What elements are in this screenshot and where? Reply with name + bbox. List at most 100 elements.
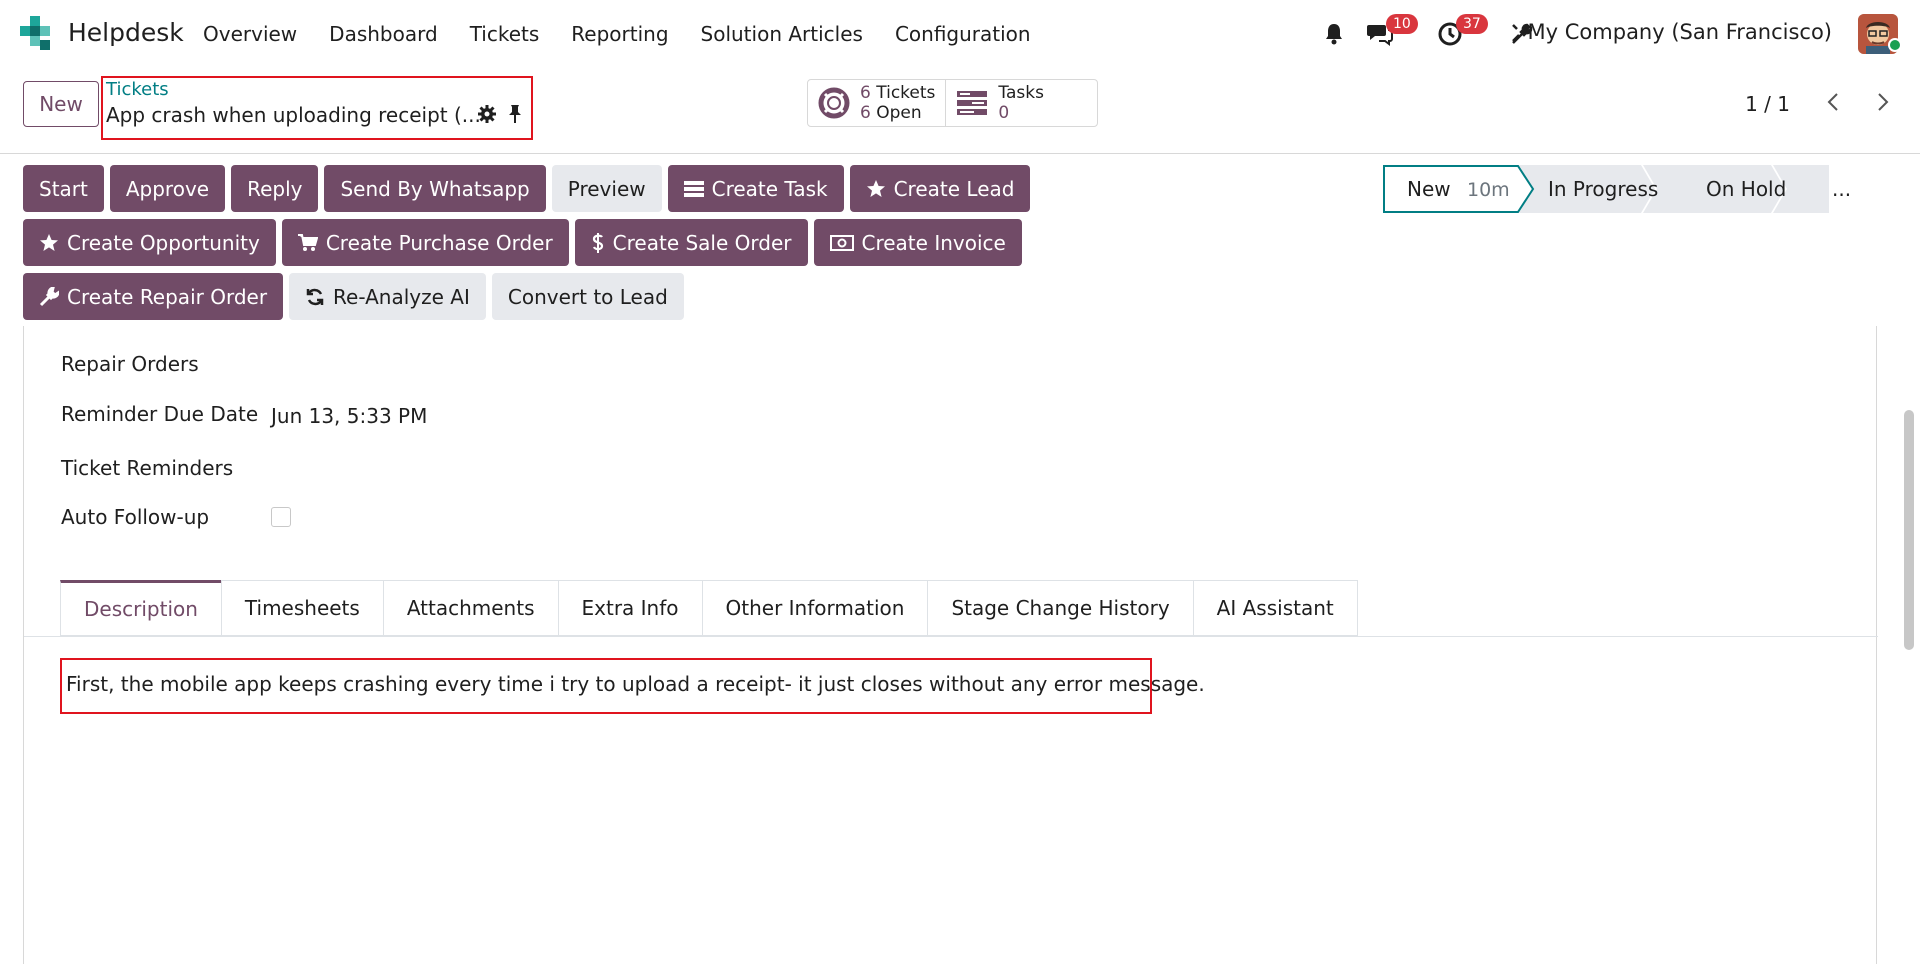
reminder-due-date-field[interactable]: Jun 13, 5:33 PM <box>271 404 427 428</box>
pager-previous-icon[interactable] <box>1822 90 1846 114</box>
top-navbar: Helpdesk Overview Dashboard Tickets Reporti… <box>0 0 1920 68</box>
open-label: Open <box>876 103 922 123</box>
action-buttons-row-2: Create Opportunity Create Purchase Order C… <box>23 219 1022 266</box>
send-by-whatsapp-button[interactable]: Send By Whatsapp <box>324 165 546 212</box>
control-panel: New Tickets App crash when uploading rec… <box>0 68 1920 154</box>
tasks-smart-button[interactable]: Tasks 0 <box>945 80 1097 126</box>
nav-item-configuration[interactable]: Configuration <box>895 22 1031 46</box>
new-button[interactable]: New <box>23 81 99 127</box>
stage-in-progress-button[interactable]: In Progress <box>1548 177 1658 201</box>
notebook-tabs: Description Timesheets Attachments Extra In… <box>60 580 1358 636</box>
tickets-label: Tickets <box>876 83 936 103</box>
button-label: Approve <box>125 176 210 201</box>
create-sale-order-button[interactable]: Create Sale Order <box>574 219 808 266</box>
action-buttons-row-1: Start Approve Reply Send By Whatsapp Preview… <box>23 165 1031 212</box>
form-sheet: Repair Orders Reminder Due Date Jun 13, … <box>23 326 1878 964</box>
smart-buttons: 6 Tickets 6 Open Tasks 0 <box>807 79 1099 127</box>
activities-badge: 37 <box>1456 14 1488 34</box>
create-lead-button[interactable]: Create Lead <box>849 165 1031 212</box>
nav-item-solution-articles[interactable]: Solution Articles <box>701 22 863 46</box>
button-label: Start <box>39 176 88 201</box>
stage-more-button[interactable]: ... <box>1832 177 1851 201</box>
create-opportunity-button[interactable]: Create Opportunity <box>23 219 276 266</box>
auto-followup-label: Auto Follow-up <box>61 505 210 529</box>
pin-icon[interactable] <box>507 104 523 124</box>
button-label: Create Repair Order <box>67 284 268 309</box>
online-status-dot <box>1888 38 1902 52</box>
app-name[interactable]: Helpdesk <box>68 18 184 47</box>
nav-item-dashboard[interactable]: Dashboard <box>329 22 438 46</box>
tickets-smart-button[interactable]: 6 Tickets 6 Open <box>808 80 945 126</box>
tasks-count: 0 <box>998 103 1010 123</box>
stage-on-hold-button[interactable]: On Hold <box>1706 177 1786 201</box>
tasks-icon <box>957 91 988 115</box>
breadcrumb-parent-link[interactable]: Tickets <box>106 79 169 100</box>
ticket-reminders-label: Ticket Reminders <box>61 456 234 480</box>
convert-to-lead-button[interactable]: Convert to Lead <box>491 273 684 320</box>
open-count: 6 <box>860 103 871 123</box>
button-label: Convert to Lead <box>507 284 668 309</box>
gear-icon[interactable] <box>477 104 497 124</box>
star-icon <box>866 179 886 199</box>
dollar-icon <box>591 232 605 254</box>
create-task-button[interactable]: Create Task <box>667 165 844 212</box>
create-purchase-order-button[interactable]: Create Purchase Order <box>281 219 569 266</box>
activities-clock-icon[interactable]: 37 <box>1436 14 1488 48</box>
helpdesk-logo-icon[interactable] <box>20 16 56 52</box>
auto-followup-checkbox[interactable] <box>271 507 291 527</box>
cart-icon <box>297 233 318 252</box>
money-icon <box>829 234 854 251</box>
button-label: Create Opportunity <box>67 230 260 255</box>
tab-ai-assistant[interactable]: AI Assistant <box>1192 580 1358 636</box>
nav-item-overview[interactable]: Overview <box>203 22 297 46</box>
messages-badge: 10 <box>1386 14 1418 34</box>
wrench-icon <box>39 286 59 307</box>
nav-item-reporting[interactable]: Reporting <box>571 22 668 46</box>
action-buttons-row-3: Create Repair Order Re-Analyze AI Convert … <box>23 273 684 320</box>
tab-timesheets[interactable]: Timesheets <box>220 580 384 636</box>
preview-button[interactable]: Preview <box>551 165 662 212</box>
description-field[interactable]: First, the mobile app keeps crashing eve… <box>60 658 1205 714</box>
pager-value[interactable]: 1 / 1 <box>1745 92 1790 116</box>
button-label: Create Task <box>711 176 828 201</box>
tab-stage-change-history[interactable]: Stage Change History <box>927 580 1194 636</box>
button-label: Create Lead <box>893 176 1015 201</box>
lifebuoy-icon <box>818 87 850 119</box>
start-button[interactable]: Start <box>23 165 104 212</box>
reply-button[interactable]: Reply <box>231 165 319 212</box>
tickets-count: 6 <box>860 83 871 103</box>
tasks-label: Tasks <box>998 83 1044 103</box>
tab-description[interactable]: Description <box>60 580 222 636</box>
button-label: Create Purchase Order <box>325 230 553 255</box>
create-invoice-button[interactable]: Create Invoice <box>813 219 1022 266</box>
record-title: App crash when uploading receipt (... <box>106 103 481 127</box>
button-label: Preview <box>567 176 646 201</box>
breadcrumb: Tickets App crash when uploading receipt… <box>101 76 533 140</box>
company-switcher[interactable]: My Company (San Francisco) <box>1528 20 1832 44</box>
button-label: Send By Whatsapp <box>340 176 530 201</box>
nav-item-tickets[interactable]: Tickets <box>470 22 540 46</box>
button-label: Reply <box>247 176 303 201</box>
tabs-divider <box>24 636 1878 637</box>
star-icon <box>39 233 59 253</box>
stage-duration: 10m <box>1466 179 1510 201</box>
create-repair-order-button[interactable]: Create Repair Order <box>23 273 284 320</box>
page-scrollbar[interactable] <box>1904 410 1914 650</box>
stage-new-button[interactable]: New 10m <box>1407 177 1510 201</box>
re-analyze-ai-button[interactable]: Re-Analyze AI <box>289 273 486 320</box>
reminder-due-date-label: Reminder Due Date <box>61 402 259 426</box>
description-text: First, the mobile app keeps crashing eve… <box>66 672 1205 696</box>
pager-next-icon[interactable] <box>1870 90 1894 114</box>
tab-attachments[interactable]: Attachments <box>382 580 559 636</box>
button-label: Create Invoice <box>861 230 1006 255</box>
button-label: Create Sale Order <box>612 230 792 255</box>
tab-other-information[interactable]: Other Information <box>701 580 929 636</box>
button-label: Re-Analyze AI <box>333 284 470 309</box>
bell-icon[interactable] <box>1320 20 1348 48</box>
repair-orders-label: Repair Orders <box>61 352 199 376</box>
tab-extra-info[interactable]: Extra Info <box>557 580 703 636</box>
messages-icon[interactable]: 10 <box>1366 14 1418 48</box>
stage-new-label: New <box>1407 177 1451 201</box>
record-actions <box>477 104 523 124</box>
approve-button[interactable]: Approve <box>109 165 226 212</box>
